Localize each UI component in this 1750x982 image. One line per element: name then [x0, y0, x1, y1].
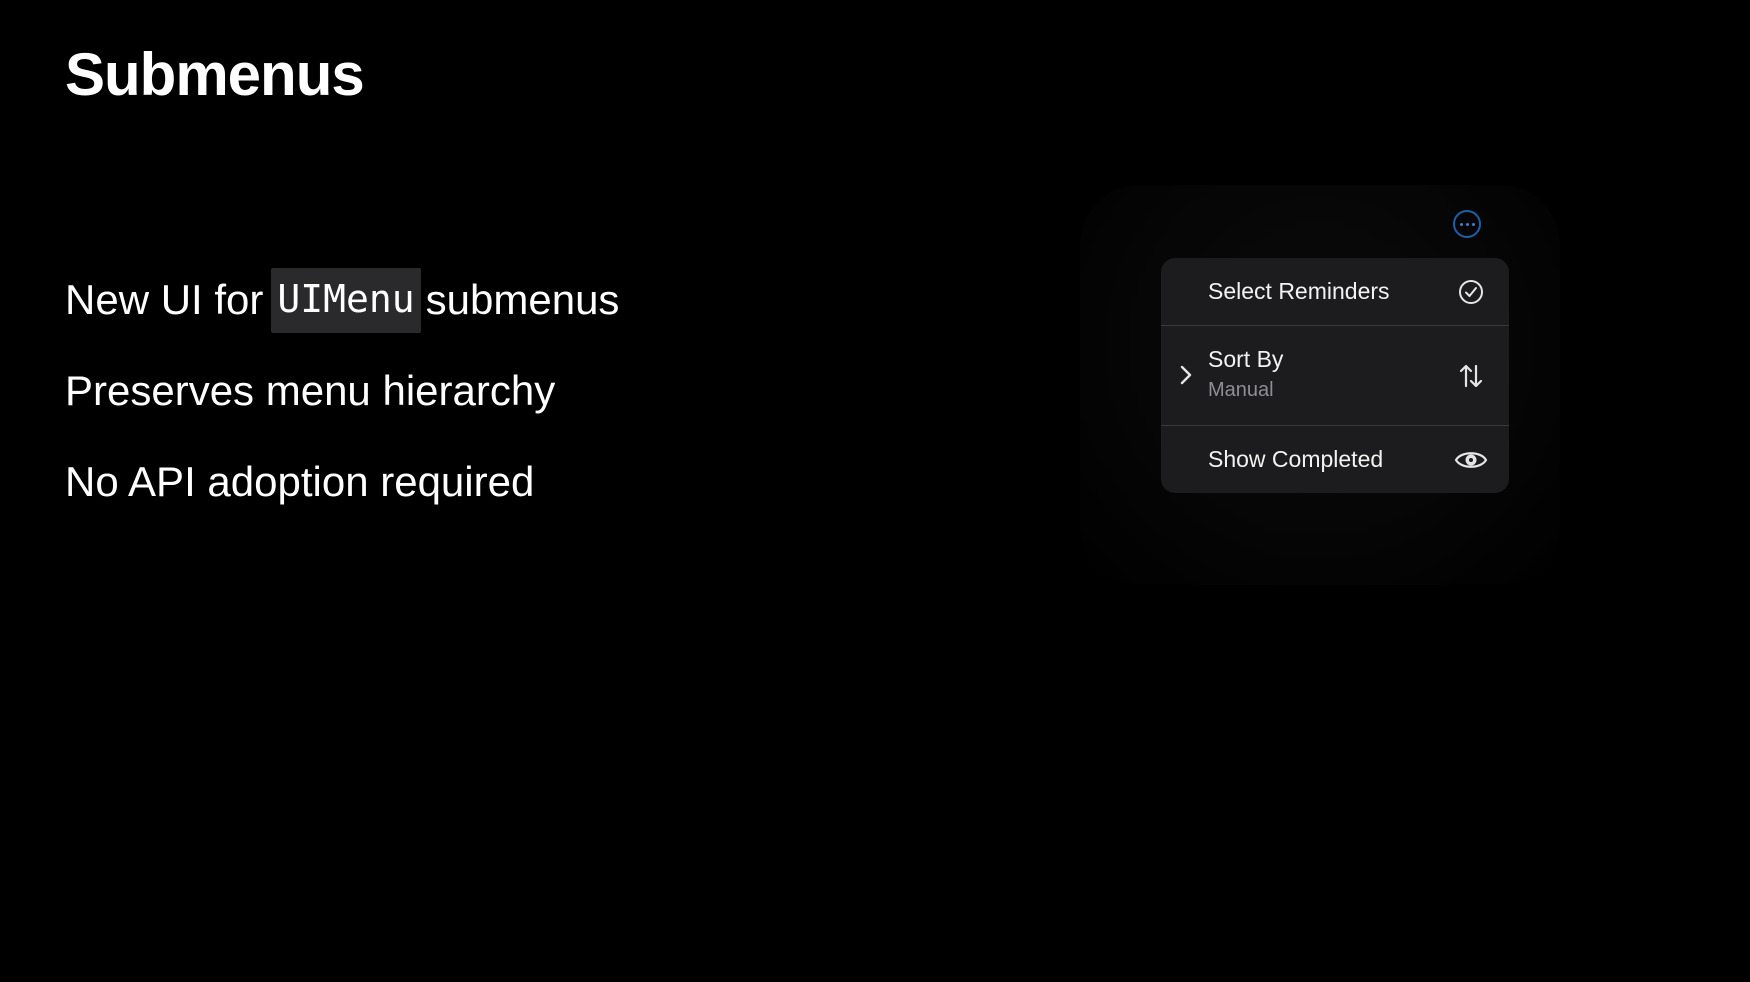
checkmark-circle-icon — [1459, 280, 1483, 304]
bullet-hierarchy: Preserves menu hierarchy — [65, 367, 619, 415]
slide-title: Submenus — [65, 41, 365, 108]
menu-item-label: Show Completed — [1208, 446, 1384, 472]
menu-item-label: Sort By — [1208, 346, 1284, 372]
bullet-list: New UI for UIMenu submenus Preserves men… — [65, 267, 620, 549]
menu-item-sort-by[interactable]: Sort By Manual — [1161, 326, 1509, 426]
bullet-text: submenus — [425, 276, 620, 323]
bullet-text: Preserves menu hierarchy — [65, 367, 556, 414]
more-button[interactable] — [1453, 210, 1481, 238]
menu-item-show-completed[interactable]: Show Completed — [1161, 426, 1509, 493]
chevron-right-icon — [1180, 365, 1192, 385]
arrow-up-arrow-down-icon — [1459, 364, 1483, 388]
menu-item-subtitle: Manual — [1208, 379, 1274, 401]
bullet-new-ui: New UI for UIMenu submenus — [65, 267, 620, 333]
ellipsis-dot — [1471, 222, 1475, 226]
eye-icon — [1454, 452, 1488, 468]
bullet-text: New UI for — [65, 276, 264, 323]
context-menu: Select Reminders Sort By Manual Show Com… — [1161, 258, 1509, 493]
menu-item-label: Select Reminders — [1208, 278, 1390, 304]
code-token: UIMenu — [271, 267, 421, 333]
bullet-no-api: No API adoption required — [65, 458, 619, 506]
menu-item-select-reminders[interactable]: Select Reminders — [1161, 258, 1509, 326]
ellipsis-circle-icon — [1459, 222, 1463, 226]
bullet-text: No API adoption required — [65, 458, 535, 505]
ellipsis-dot — [1465, 222, 1469, 226]
